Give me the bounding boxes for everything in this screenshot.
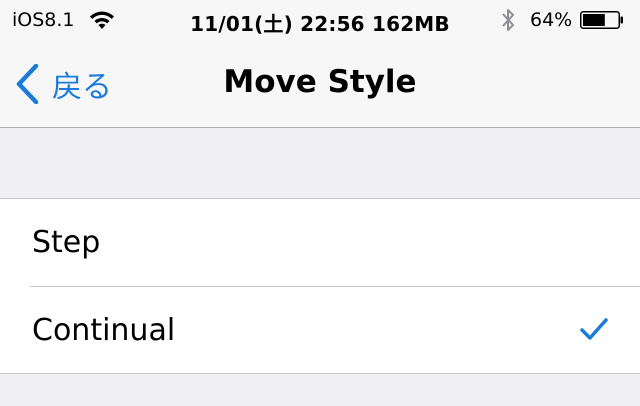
navigation-bar: 戻る Move Style bbox=[0, 40, 640, 128]
options-list: Step Continual bbox=[0, 198, 640, 374]
battery-fill bbox=[583, 14, 605, 26]
status-bar: iOS8.1 11/01(土) 22:56 162MB 64% bbox=[0, 0, 640, 40]
battery-percent: 64% bbox=[530, 9, 573, 31]
list-item-continual[interactable]: Continual bbox=[0, 287, 640, 374]
section-spacer bbox=[0, 128, 640, 198]
checkmark-icon bbox=[580, 318, 608, 340]
list-item-label: Step bbox=[32, 225, 101, 260]
list-item-step[interactable]: Step bbox=[0, 199, 640, 287]
list-item-label: Continual bbox=[32, 313, 176, 348]
page-title: Move Style bbox=[223, 64, 417, 100]
battery-icon bbox=[580, 11, 623, 29]
bluetooth-icon bbox=[502, 9, 514, 31]
